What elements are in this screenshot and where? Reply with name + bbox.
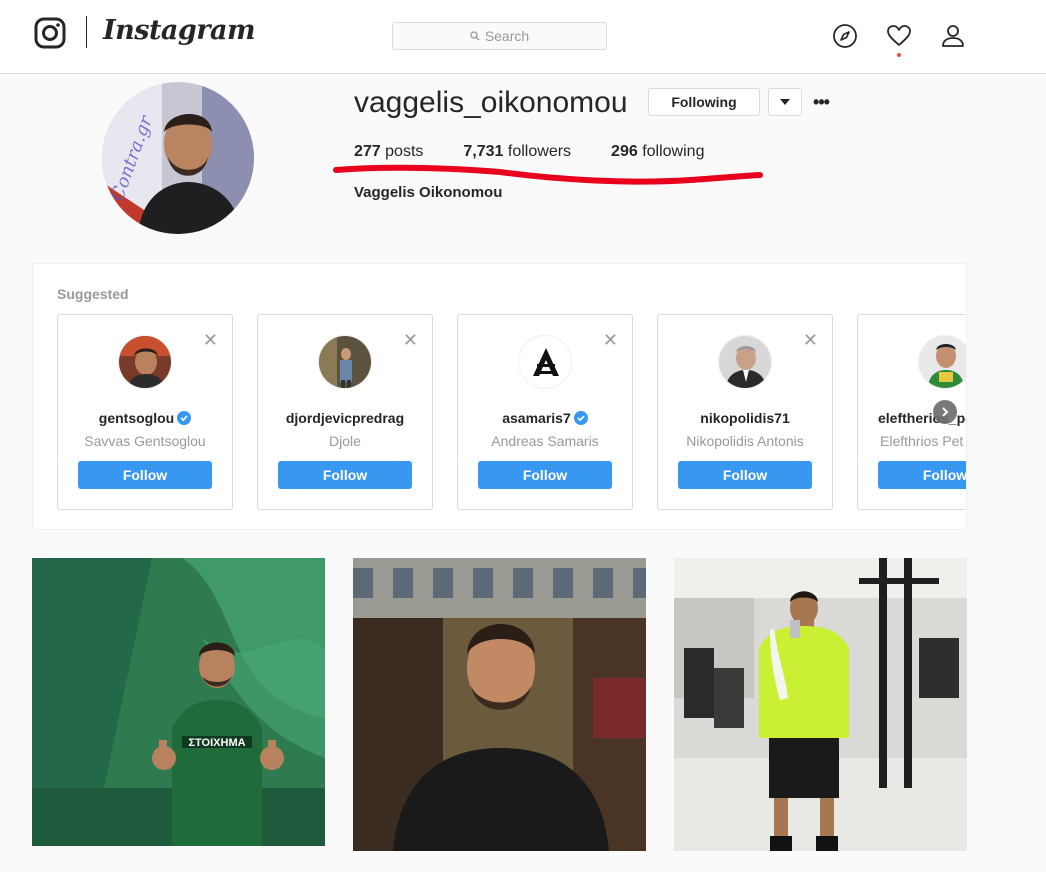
jersey-sponsor-text: ΣΤΟΙΧΗΜΑ — [188, 737, 245, 749]
suggested-card[interactable]: ✕ gentsoglou Savvas Gentsoglou Follow — [57, 314, 233, 510]
follow-button[interactable]: Follow — [478, 461, 612, 489]
suggested-avatar[interactable] — [118, 335, 172, 389]
profile-avatar[interactable]: Contra.gr — [102, 82, 254, 234]
activity-heart-icon[interactable] — [886, 23, 912, 49]
more-options-icon[interactable]: ••• — [810, 90, 832, 114]
search-icon — [470, 31, 480, 41]
suggested-avatar[interactable] — [318, 335, 372, 389]
next-arrow-icon[interactable] — [933, 400, 957, 424]
profile-stats: 277 posts 7,731 followers 296 following — [354, 143, 704, 161]
profile-person-icon[interactable] — [940, 23, 966, 49]
suggested-card[interactable]: ✕ nikopolidis71 Nikopolidis Antonis Foll… — [657, 314, 833, 510]
dismiss-icon[interactable]: ✕ — [403, 331, 418, 349]
suggested-card[interactable]: ✕ djordjevicpredrag Djole Follow — [257, 314, 433, 510]
stat-posts: 277 posts — [354, 143, 424, 160]
post-thumbnail[interactable]: ΣΤΟΙΧΗΜΑ — [32, 558, 325, 846]
suggested-username[interactable]: gentsoglou — [58, 410, 232, 426]
suggested-avatar[interactable] — [518, 335, 572, 389]
stat-followers[interactable]: 7,731 followers — [463, 143, 571, 161]
verified-badge-icon — [177, 411, 192, 425]
suggested-avatar[interactable] — [918, 335, 966, 389]
suggested-full-name: Nikopolidis Antonis — [686, 433, 804, 449]
follow-button[interactable]: Follow — [78, 461, 212, 489]
suggested-username[interactable]: djordjevicpredrag — [258, 410, 432, 426]
suggested-full-name: Elefthrios Pet — [880, 433, 964, 449]
logo-divider — [86, 16, 87, 48]
notification-dot — [897, 53, 901, 57]
follow-button[interactable]: Follow — [678, 461, 812, 489]
verified-badge-icon — [573, 411, 588, 425]
stat-following[interactable]: 296 following — [611, 143, 704, 161]
instagram-camera-icon[interactable] — [34, 17, 66, 49]
suggested-section: Suggested ✕ gentsoglou Savvas Gentsoglou… — [32, 263, 967, 530]
dismiss-icon[interactable]: ✕ — [803, 331, 818, 349]
profile-full-name: Vaggelis Oikonomou — [354, 184, 503, 201]
top-nav-bar: Instagram Search — [0, 0, 1046, 74]
post-thumbnail[interactable] — [353, 558, 646, 851]
profile-username: vaggelis_oikonomou — [354, 86, 628, 119]
dismiss-icon[interactable]: ✕ — [203, 331, 218, 349]
search-input[interactable]: Search — [392, 22, 607, 50]
suggested-full-name: Andreas Samaris — [491, 433, 599, 449]
suggested-username[interactable]: asamaris7 — [458, 410, 632, 426]
instagram-wordmark[interactable]: Instagram — [103, 15, 256, 46]
suggested-avatar[interactable] — [718, 335, 772, 389]
suggested-full-name: Djole — [329, 433, 361, 449]
suggestions-dropdown-button[interactable] — [768, 88, 802, 116]
explore-compass-icon[interactable] — [832, 23, 858, 49]
suggested-title: Suggested — [57, 286, 129, 302]
suggested-full-name: Savvas Gentsoglou — [84, 433, 206, 449]
post-thumbnail[interactable] — [674, 558, 967, 851]
suggested-card[interactable]: ✕ asamaris7 Andreas Samaris Follow — [457, 314, 633, 510]
caret-down-icon — [780, 99, 790, 105]
following-button[interactable]: Following — [648, 88, 760, 116]
follow-button[interactable]: Follow — [278, 461, 412, 489]
dismiss-icon[interactable]: ✕ — [603, 331, 618, 349]
suggested-username[interactable]: nikopolidis71 — [658, 410, 832, 426]
search-placeholder: Search — [484, 28, 530, 44]
follow-button[interactable]: Follow — [878, 461, 966, 489]
